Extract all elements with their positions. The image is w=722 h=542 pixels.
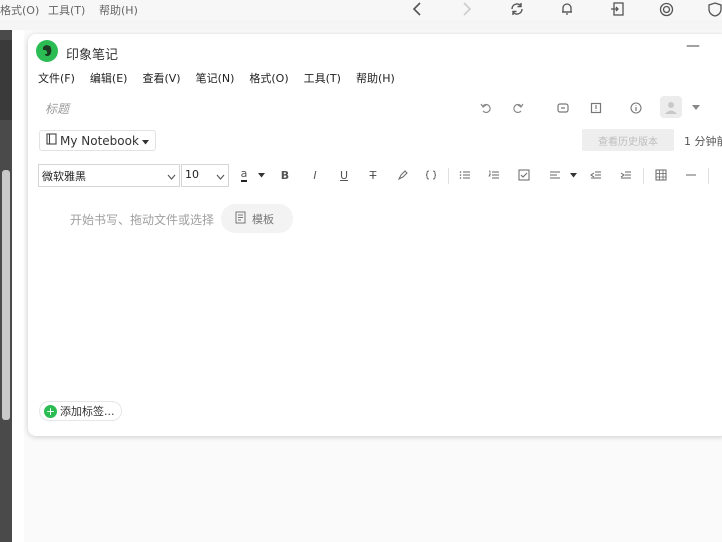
- menu-tools[interactable]: 工具(T): [304, 70, 341, 86]
- italic-icon[interactable]: I: [306, 166, 324, 184]
- window-title: 印象笔记: [66, 48, 119, 63]
- redo-icon[interactable]: [508, 98, 528, 118]
- menu-view[interactable]: 查看(V): [142, 70, 180, 86]
- format-toolbar: 微软雅黑 10 a B I U T: [38, 164, 722, 188]
- code-icon[interactable]: [422, 166, 440, 184]
- text-color-dropdown-icon[interactable]: [252, 166, 270, 184]
- undo-icon[interactable]: [476, 98, 496, 118]
- share-dropdown-icon[interactable]: [686, 98, 706, 118]
- menu-edit[interactable]: 编辑(E): [90, 70, 128, 86]
- font-family-select[interactable]: 微软雅黑: [38, 164, 180, 187]
- bold-icon[interactable]: B: [276, 166, 294, 184]
- chevron-down-icon: [216, 170, 225, 183]
- highlighter-icon[interactable]: [394, 166, 412, 184]
- notebook-name: My Notebook: [60, 133, 139, 148]
- text-color-button[interactable]: a: [235, 166, 253, 184]
- add-tag-label: 添加标签...: [60, 405, 115, 418]
- target-icon[interactable]: [657, 0, 675, 18]
- background-topbar: 格式(O) 工具(T) 帮助(H): [0, 0, 722, 20]
- template-button[interactable]: 模板: [221, 204, 293, 233]
- outdent-icon[interactable]: [587, 166, 605, 184]
- notebook-icon: [46, 133, 57, 148]
- table-icon[interactable]: [652, 166, 670, 184]
- minimize-button[interactable]: —: [686, 38, 700, 54]
- sidebar-scrollbar[interactable]: [2, 170, 10, 420]
- add-tag-button[interactable]: + 添加标签...: [39, 401, 122, 421]
- numbered-list-icon[interactable]: [485, 166, 503, 184]
- back-icon[interactable]: [407, 0, 427, 18]
- toolbar-divider: [708, 168, 709, 184]
- font-size-value: 10: [185, 168, 199, 181]
- note-window: 印象笔记 — 文件(F) 编辑(E) 查看(V) 笔记(N) 格式(O) 工具(…: [28, 34, 722, 436]
- align-dropdown-icon[interactable]: [564, 166, 582, 184]
- template-icon: [235, 211, 246, 227]
- present-icon[interactable]: [553, 98, 573, 118]
- menu-format[interactable]: 格式(O): [249, 70, 288, 86]
- shield-icon[interactable]: [706, 0, 722, 18]
- bell-icon[interactable]: [558, 0, 576, 18]
- font-size-select[interactable]: 10: [181, 164, 229, 187]
- info-icon[interactable]: [626, 98, 646, 118]
- caret-down-icon: [141, 134, 149, 148]
- avatar[interactable]: [660, 96, 682, 118]
- align-icon[interactable]: [546, 166, 564, 184]
- forward-icon[interactable]: [457, 0, 477, 18]
- saved-status: 1 分钟前: [684, 135, 722, 148]
- editor-placeholder[interactable]: 开始书写、拖动文件或选择: [70, 211, 214, 228]
- font-family-value: 微软雅黑: [42, 170, 86, 183]
- left-sidebar-strip: [0, 30, 12, 542]
- note-menubar: 文件(F) 编辑(E) 查看(V) 笔记(N) 格式(O) 工具(T) 帮助(H…: [38, 70, 410, 86]
- bg-menu-tools[interactable]: 工具(T): [48, 2, 85, 18]
- notebook-selector[interactable]: My Notebook: [39, 130, 156, 151]
- toolbar-divider: [448, 168, 449, 184]
- checkbox-icon[interactable]: [515, 166, 533, 184]
- plus-circle-icon: +: [44, 404, 57, 418]
- toolbar-divider: [643, 168, 644, 184]
- menu-file[interactable]: 文件(F): [38, 70, 75, 86]
- menu-note[interactable]: 笔记(N): [196, 70, 235, 86]
- indent-icon[interactable]: [617, 166, 635, 184]
- import-icon[interactable]: [608, 0, 626, 18]
- note-title-input[interactable]: 标题: [45, 100, 69, 117]
- menu-help[interactable]: 帮助(H): [356, 70, 395, 86]
- reminder-icon[interactable]: [586, 98, 606, 118]
- bg-menu-help[interactable]: 帮助(H): [99, 2, 138, 18]
- underline-icon[interactable]: U: [335, 166, 353, 184]
- template-label: 模板: [252, 212, 274, 226]
- strikethrough-icon[interactable]: T: [364, 166, 382, 184]
- view-history-button[interactable]: 查看历史版本: [582, 129, 674, 151]
- text-color-glyph: a: [240, 167, 248, 182]
- chevron-down-icon: [167, 170, 176, 183]
- bg-menu-format[interactable]: 格式(O): [0, 2, 39, 18]
- sync-icon[interactable]: [508, 0, 526, 18]
- sidebar-top-block: [0, 40, 12, 120]
- horizontal-rule-icon[interactable]: [682, 166, 700, 184]
- bullet-list-icon[interactable]: [456, 166, 474, 184]
- evernote-logo-icon: [36, 40, 58, 62]
